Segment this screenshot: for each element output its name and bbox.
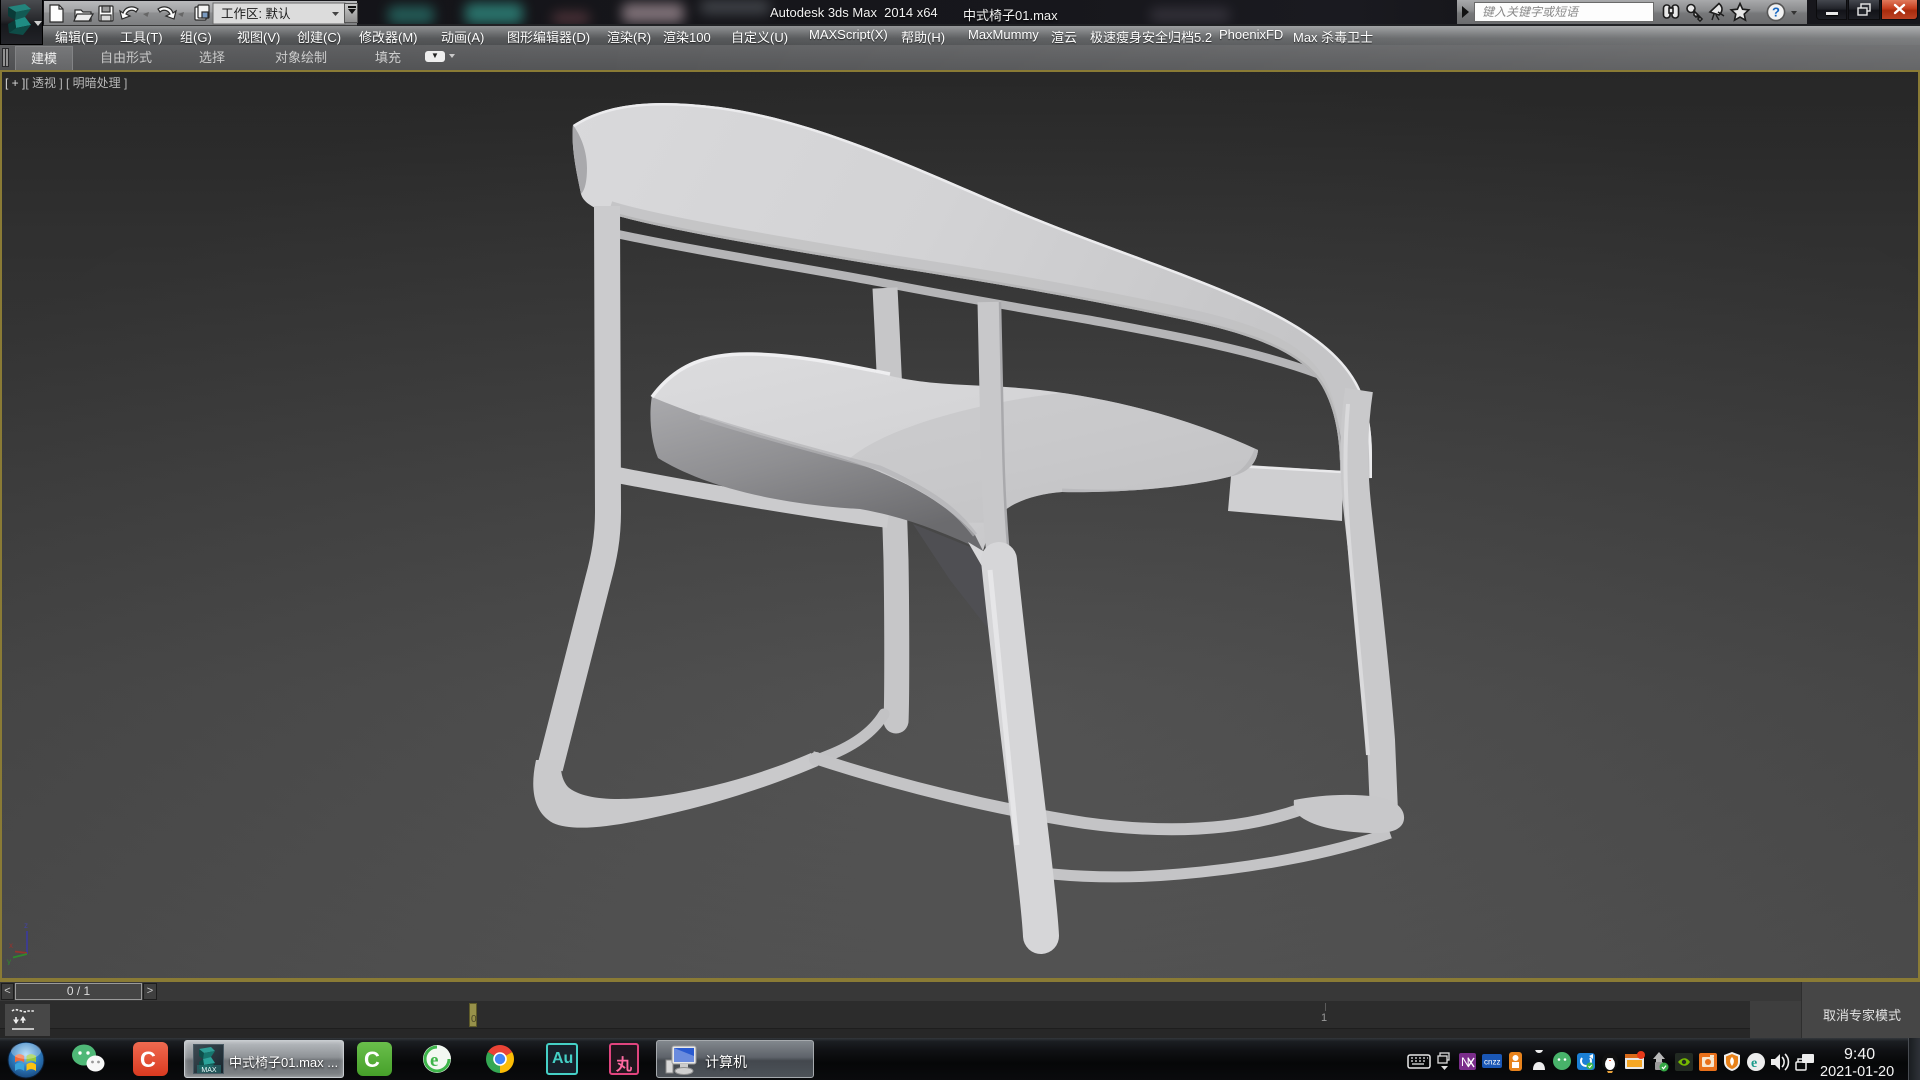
svg-text:cnzz: cnzz xyxy=(1484,1058,1500,1067)
svg-text:x: x xyxy=(9,941,13,950)
svg-text:y: y xyxy=(7,957,11,965)
svg-text:e: e xyxy=(1751,1056,1757,1071)
svg-text:z: z xyxy=(24,921,28,930)
svg-text:e: e xyxy=(430,1050,438,1071)
svg-text:MAX: MAX xyxy=(201,1067,217,1073)
svg-text:工作区: 默认: 工作区: 默认 xyxy=(221,6,291,21)
svg-text:?: ? xyxy=(1772,5,1780,20)
